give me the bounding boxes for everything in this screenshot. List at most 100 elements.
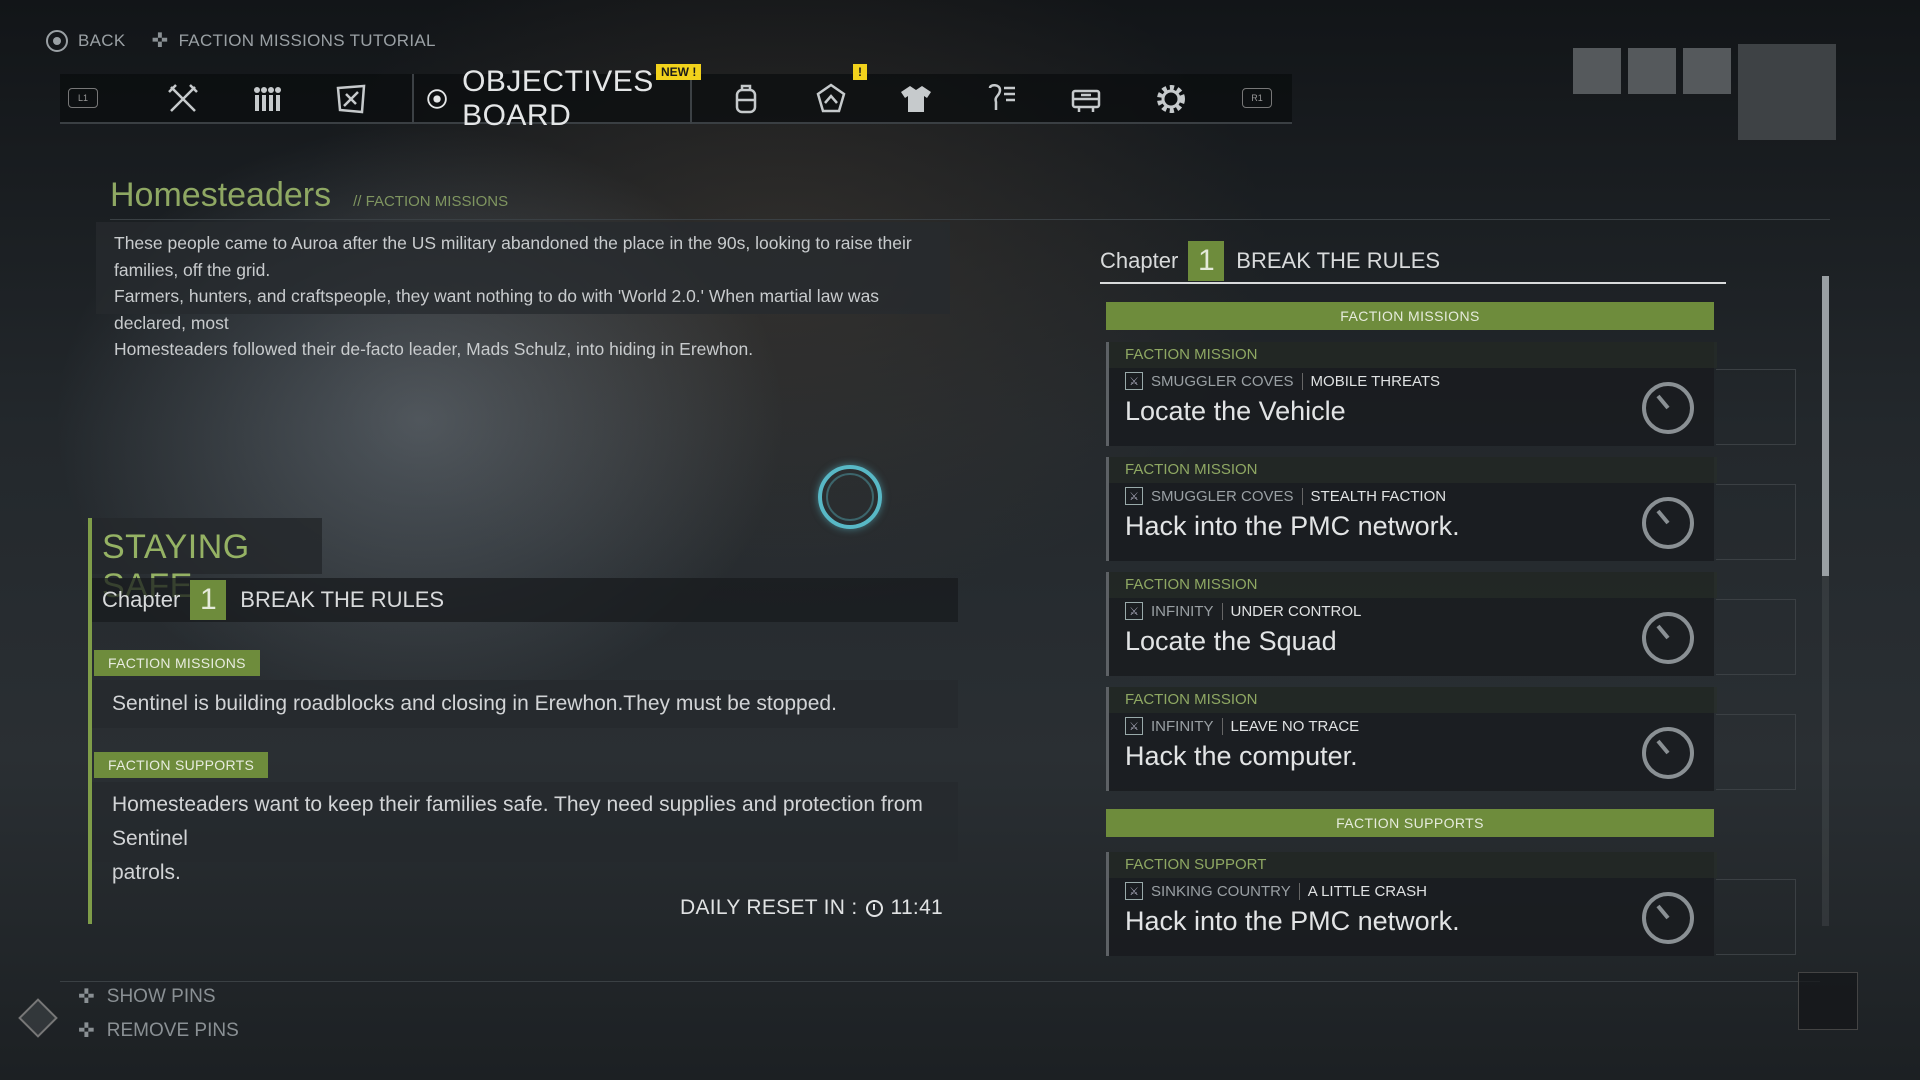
settings-icon[interactable] bbox=[1152, 80, 1190, 118]
mission-operation: UNDER CONTROL bbox=[1230, 602, 1362, 620]
staying-safe-title: STAYING SAFE bbox=[92, 518, 322, 605]
mission-location: SMUGGLER COVES bbox=[1151, 487, 1303, 505]
outfit-icon[interactable] bbox=[897, 80, 935, 118]
faction-subtitle: // FACTION MISSIONS bbox=[353, 193, 509, 210]
mission-card-shadow bbox=[1716, 369, 1796, 445]
show-pins-label: SHOW PINS bbox=[106, 985, 216, 1007]
staying-safe-panel: STAYING SAFE Chapter 1 BREAK THE RULES F… bbox=[88, 518, 958, 924]
header-divider bbox=[110, 219, 1830, 220]
mission-card-shadow bbox=[1716, 484, 1796, 560]
mission-type: FACTION MISSION bbox=[1109, 572, 1717, 598]
mission-card-shadow bbox=[1716, 714, 1796, 790]
mission-operation: STEALTH FACTION bbox=[1310, 487, 1447, 505]
timer-icon bbox=[1642, 612, 1694, 664]
mission-card[interactable]: FACTION MISSION ⚔ SMUGGLER COVES STEALTH… bbox=[1106, 457, 1717, 561]
description-line: These people came to Auroa after the US … bbox=[114, 233, 912, 280]
mission-meta: ⚔ INFINITY LEAVE NO TRACE bbox=[1125, 717, 1359, 735]
daily-reset: DAILY RESET IN : 11:41 bbox=[680, 896, 943, 920]
faction-description: These people came to Auroa after the US … bbox=[96, 222, 950, 359]
mission-location: INFINITY bbox=[1151, 602, 1223, 620]
class-icon[interactable] bbox=[812, 80, 850, 118]
mission-location: INFINITY bbox=[1151, 717, 1223, 735]
chapter-name: BREAK THE RULES bbox=[240, 587, 445, 612]
daily-reset-label: DAILY RESET IN : bbox=[680, 896, 858, 919]
top-controls: BACK ✜ FACTION MISSIONS TUTORIAL bbox=[46, 28, 436, 53]
faction-icon: ⚔ bbox=[1125, 602, 1143, 620]
faction-icon: ⚔ bbox=[1125, 487, 1143, 505]
support-card[interactable]: FACTION SUPPORT ⚔ SINKING COUNTRY A LITT… bbox=[1106, 852, 1717, 956]
vehicle-icon[interactable] bbox=[1067, 80, 1105, 118]
pin-icon bbox=[18, 998, 58, 1038]
support-card-shadow bbox=[1716, 879, 1796, 955]
tab-objectives-board[interactable]: OBJECTIVES BOARD bbox=[412, 65, 692, 132]
support-meta: ⚔ SINKING COUNTRY A LITTLE CRASH bbox=[1125, 882, 1427, 900]
dpad-icon: ✜ bbox=[78, 986, 95, 1008]
faction-name: Homesteaders bbox=[110, 176, 332, 214]
minimap-corner bbox=[1798, 972, 1858, 1030]
team-icon[interactable] bbox=[248, 80, 286, 118]
mission-name: Locate the Vehicle bbox=[1125, 396, 1346, 426]
mission-name: Hack into the PMC network. bbox=[1125, 511, 1460, 541]
backpack-icon[interactable] bbox=[727, 80, 765, 118]
mission-meta: ⚔ SMUGGLER COVES STEALTH FACTION bbox=[1125, 487, 1446, 505]
bottom-divider bbox=[60, 981, 1820, 982]
faction-icon: ⚔ bbox=[1125, 717, 1143, 735]
back-button[interactable]: BACK bbox=[46, 29, 126, 52]
mission-type: FACTION MISSION bbox=[1109, 687, 1717, 713]
new-badge: NEW ! bbox=[656, 64, 702, 80]
timer-icon bbox=[1642, 497, 1694, 549]
back-label: BACK bbox=[78, 30, 126, 50]
description-line: Farmers, hunters, and craftspeople, they… bbox=[114, 286, 880, 333]
remove-pins-label: REMOVE PINS bbox=[106, 1019, 239, 1041]
faction-header: Homesteaders // FACTION MISSIONS bbox=[110, 176, 508, 215]
faction-missions-tag: FACTION MISSIONS bbox=[94, 650, 260, 676]
timer-icon bbox=[1642, 892, 1694, 944]
skills-icon[interactable] bbox=[982, 80, 1020, 118]
player-avatar bbox=[1738, 44, 1836, 140]
support-name: Hack into the PMC network. bbox=[1125, 906, 1460, 936]
objectives-icon bbox=[427, 89, 447, 109]
supports-section-header: FACTION SUPPORTS bbox=[1106, 809, 1714, 837]
faction-supports-tag: FACTION SUPPORTS bbox=[94, 752, 269, 778]
right-chapter-header: Chapter 1 BREAK THE RULES bbox=[1100, 240, 1726, 284]
mission-operation: LEAVE NO TRACE bbox=[1230, 717, 1360, 735]
player-slot-3[interactable] bbox=[1683, 48, 1731, 94]
mission-type: FACTION MISSION bbox=[1109, 457, 1717, 483]
mission-card[interactable]: FACTION MISSION ⚔ INFINITY LEAVE NO TRAC… bbox=[1106, 687, 1717, 791]
chapter-number: 1 bbox=[1188, 241, 1225, 281]
faction-icon[interactable] bbox=[332, 80, 370, 118]
faction-icon: ⚔ bbox=[1125, 372, 1143, 390]
remove-pins-button[interactable]: ✜ REMOVE PINS bbox=[78, 1018, 239, 1043]
scrollbar-thumb[interactable] bbox=[1822, 276, 1829, 576]
support-type: FACTION SUPPORT bbox=[1109, 852, 1717, 878]
mission-meta: ⚔ SMUGGLER COVES MOBILE THREATS bbox=[1125, 372, 1440, 390]
show-pins-button[interactable]: ✜ SHOW PINS bbox=[78, 984, 216, 1009]
chapter-number: 1 bbox=[190, 580, 227, 620]
mission-name: Hack the computer. bbox=[1125, 741, 1358, 771]
faction-icon: ⚔ bbox=[1125, 882, 1143, 900]
mission-card-shadow bbox=[1716, 599, 1796, 675]
left-bumper-icon[interactable]: L1 bbox=[68, 88, 98, 108]
mission-location: SMUGGLER COVES bbox=[1151, 372, 1303, 390]
support-operation: A LITTLE CRASH bbox=[1307, 882, 1427, 900]
circle-button-icon bbox=[46, 29, 68, 52]
dpad-icon: ✜ bbox=[151, 30, 169, 52]
weapons-icon[interactable] bbox=[164, 80, 202, 118]
mission-card[interactable]: FACTION MISSION ⚔ SMUGGLER COVES MOBILE … bbox=[1106, 342, 1717, 446]
chapter-name: BREAK THE RULES bbox=[1236, 248, 1441, 273]
tutorial-button[interactable]: ✜ FACTION MISSIONS TUTORIAL bbox=[152, 28, 436, 53]
tutorial-label: FACTION MISSIONS TUTORIAL bbox=[178, 30, 436, 50]
mission-name: Locate the Squad bbox=[1125, 626, 1337, 656]
mission-card[interactable]: FACTION MISSION ⚔ INFINITY UNDER CONTROL… bbox=[1106, 572, 1717, 676]
alert-badge: ! bbox=[853, 64, 867, 80]
timer-icon bbox=[1642, 382, 1694, 434]
chapter-row: Chapter 1 BREAK THE RULES bbox=[92, 578, 958, 622]
chapter-label: Chapter bbox=[102, 587, 181, 612]
mission-operation: MOBILE THREATS bbox=[1310, 372, 1441, 390]
faction-supports-text: Homesteaders want to keep their families… bbox=[92, 782, 958, 884]
mission-type: FACTION MISSION bbox=[1109, 342, 1717, 368]
supports-text-line: patrols. bbox=[112, 861, 181, 884]
player-slot-2[interactable] bbox=[1628, 48, 1676, 94]
right-bumper-icon[interactable]: R1 bbox=[1242, 88, 1272, 108]
player-slot-1[interactable] bbox=[1573, 48, 1621, 94]
